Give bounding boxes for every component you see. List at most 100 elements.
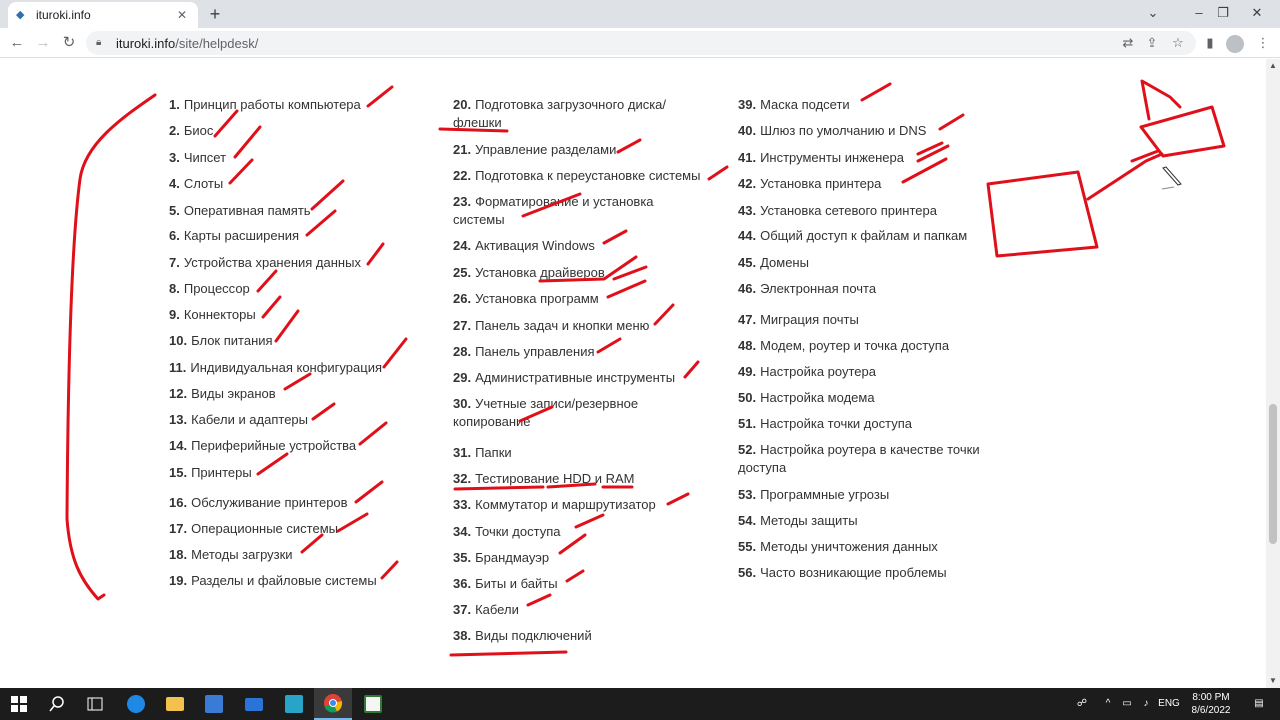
translate-icon[interactable]: ⇄ xyxy=(1117,32,1139,54)
topic-link[interactable]: 40. Шлюз по умолчанию и DNS xyxy=(738,122,926,140)
topic-link[interactable]: 6. Карты расширения xyxy=(169,227,299,245)
topic-link[interactable]: 13. Кабели и адаптеры xyxy=(169,411,308,429)
mail-icon[interactable] xyxy=(235,688,273,720)
topic-link[interactable]: 22. Подготовка к переустановке системы xyxy=(453,167,700,185)
topic-link[interactable]: 31. Папки xyxy=(453,444,512,462)
search-icon[interactable] xyxy=(38,688,76,720)
topic-title: Виды экранов xyxy=(191,386,276,401)
topic-link[interactable]: 43. Установка сетевого принтера xyxy=(738,202,937,220)
menu-kebab-icon[interactable]: ⋮ xyxy=(1252,32,1274,54)
topic-link[interactable]: 9. Коннекторы xyxy=(169,306,256,324)
topic-link[interactable]: 21. Управление разделами xyxy=(453,141,616,159)
topic-link[interactable]: 44. Общий доступ к файлам и папкам xyxy=(738,227,967,245)
topic-link[interactable]: 2. Биос xyxy=(169,122,213,140)
new-tab-button[interactable]: + xyxy=(205,4,225,24)
topic-number: 55. xyxy=(738,539,757,554)
chrome-browser-icon[interactable] xyxy=(314,688,352,720)
topic-link[interactable]: 55. Методы уничтожения данных xyxy=(738,538,938,556)
topic-link[interactable]: 38. Виды подключений xyxy=(453,627,592,645)
show-hidden-icons-chevron-icon[interactable]: ^ xyxy=(1100,688,1116,720)
edge-browser-icon[interactable] xyxy=(117,688,155,720)
topic-link[interactable]: 1. Принцип работы компьютера xyxy=(169,96,361,114)
topic-link[interactable]: 52. Настройка роутера в качестве точки до… xyxy=(738,441,998,477)
topic-link[interactable]: 18. Методы загрузки xyxy=(169,546,293,564)
topic-link[interactable]: 11. Индивидуальная конфигурация xyxy=(169,359,382,377)
reload-icon[interactable]: ↻ xyxy=(58,32,80,54)
topic-link[interactable]: 28. Панель управления xyxy=(453,343,595,361)
profile-avatar-icon[interactable] xyxy=(1226,35,1244,53)
topic-link[interactable]: 39. Маска подсети xyxy=(738,96,850,114)
topic-link[interactable]: 49. Настройка роутера xyxy=(738,363,876,381)
topic-link[interactable]: 33. Коммутатор и маршрутизатор xyxy=(453,496,656,514)
system-clock[interactable]: 8:00 PM 8/6/2022 xyxy=(1178,691,1244,717)
topic-link[interactable]: 41. Инструменты инженера xyxy=(738,149,904,167)
topic-link[interactable]: 8. Процессор xyxy=(169,280,250,298)
topic-link[interactable]: 27. Панель задач и кнопки меню xyxy=(453,317,649,335)
topic-link[interactable]: 20. Подготовка загрузочного диска/ флешки xyxy=(453,96,693,132)
scrollbar-thumb[interactable] xyxy=(1269,404,1277,544)
lock-icon[interactable]: 🔒︎ xyxy=(96,38,106,48)
topic-link[interactable]: 10. Блок питания xyxy=(169,332,273,350)
windows-start-icon[interactable] xyxy=(0,688,38,720)
clock-time: 8:00 PM xyxy=(1192,692,1230,703)
topic-link[interactable]: 47. Миграция почты xyxy=(738,311,859,329)
topic-link[interactable]: 48. Модем, роутер и точка доступа xyxy=(738,337,949,355)
people-icon[interactable]: ☍ xyxy=(1073,688,1091,720)
topic-link[interactable]: 34. Точки доступа xyxy=(453,523,560,541)
address-bar[interactable]: 🔒︎ ituroki.info/site/helpdesk/ xyxy=(86,31,1196,55)
back-arrow-icon[interactable]: ← xyxy=(6,32,28,54)
topic-link[interactable]: 36. Биты и байты xyxy=(453,575,558,593)
close-window-button[interactable]: ✕ xyxy=(1234,0,1280,28)
side-panel-icon[interactable]: ▮ xyxy=(1199,32,1221,54)
topic-link[interactable]: 17. Операционные системы xyxy=(169,520,338,538)
topic-link[interactable]: 23. Форматирование и установка системы xyxy=(453,193,673,229)
task-view-icon[interactable] xyxy=(76,688,114,720)
topic-link[interactable]: 32. Тестирование HDD и RAM xyxy=(453,470,635,488)
notifications-icon[interactable]: ▤ xyxy=(1250,688,1268,720)
bookmark-star-icon[interactable]: ☆ xyxy=(1167,32,1189,54)
topic-number: 32. xyxy=(453,471,472,486)
network-icon[interactable]: ▭ xyxy=(1118,688,1136,720)
topic-number: 11. xyxy=(169,360,187,375)
share-icon[interactable]: ⇪ xyxy=(1141,32,1163,54)
scroll-up-arrow-icon[interactable]: ▲ xyxy=(1268,61,1278,71)
topic-number: 16. xyxy=(169,495,188,510)
browser-tab[interactable]: ◆ ituroki.info ✕ xyxy=(8,2,198,28)
topic-link[interactable]: 53. Программные угрозы xyxy=(738,486,889,504)
forward-arrow-icon[interactable]: → xyxy=(32,32,54,54)
topic-title: Часто возникающие проблемы xyxy=(760,565,947,580)
topic-link[interactable]: 3. Чипсет xyxy=(169,149,226,167)
topic-link[interactable]: 42. Установка принтера xyxy=(738,175,881,193)
topic-link[interactable]: 46. Электронная почта xyxy=(738,280,876,298)
topic-link[interactable]: 51. Настройка точки доступа xyxy=(738,415,912,433)
app-package-icon[interactable] xyxy=(275,688,313,720)
topic-link[interactable]: 5. Оперативная память xyxy=(169,202,311,220)
scroll-down-arrow-icon[interactable]: ▼ xyxy=(1268,676,1278,686)
topic-link[interactable]: 16. Обслуживание принтеров xyxy=(169,494,348,512)
topic-link[interactable]: 19. Разделы и файловые системы xyxy=(169,572,377,590)
topic-link[interactable]: 56. Часто возникающие проблемы xyxy=(738,564,947,582)
topic-link[interactable]: 37. Кабели xyxy=(453,601,519,619)
camtasia-icon[interactable] xyxy=(354,688,392,720)
page-scrollbar[interactable]: ▲ ▼ xyxy=(1266,59,1280,688)
topic-link[interactable]: 24. Активация Windows xyxy=(453,237,595,255)
topic-link[interactable]: 29. Административные инструменты xyxy=(453,369,675,387)
topic-link[interactable]: 25. Установка драйверов xyxy=(453,264,605,282)
topic-link[interactable]: 54. Методы защиты xyxy=(738,512,858,530)
tab-close-icon[interactable]: ✕ xyxy=(174,7,190,23)
topic-link[interactable]: 35. Брандмауэр xyxy=(453,549,549,567)
topic-link[interactable]: 4. Слоты xyxy=(169,175,223,193)
topic-link[interactable]: 26. Установка программ xyxy=(453,290,599,308)
topic-link[interactable]: 30. Учетные записи/резервное копирование xyxy=(453,395,663,431)
topic-link[interactable]: 14. Периферийные устройства xyxy=(169,437,356,455)
file-explorer-icon[interactable] xyxy=(156,688,194,720)
topic-link[interactable]: 50. Настройка модема xyxy=(738,389,875,407)
topic-link[interactable]: 7. Устройства хранения данных xyxy=(169,254,361,272)
topic-title: Принцип работы компьютера xyxy=(183,97,361,112)
microsoft-store-icon[interactable] xyxy=(195,688,233,720)
topic-link[interactable]: 15. Принтеры xyxy=(169,464,252,482)
topic-link[interactable]: 12. Виды экранов xyxy=(169,385,276,403)
topic-link[interactable]: 45. Домены xyxy=(738,254,809,272)
tab-search-icon[interactable]: ⌄ xyxy=(1130,0,1176,28)
volume-icon[interactable]: ♪ xyxy=(1138,688,1154,720)
